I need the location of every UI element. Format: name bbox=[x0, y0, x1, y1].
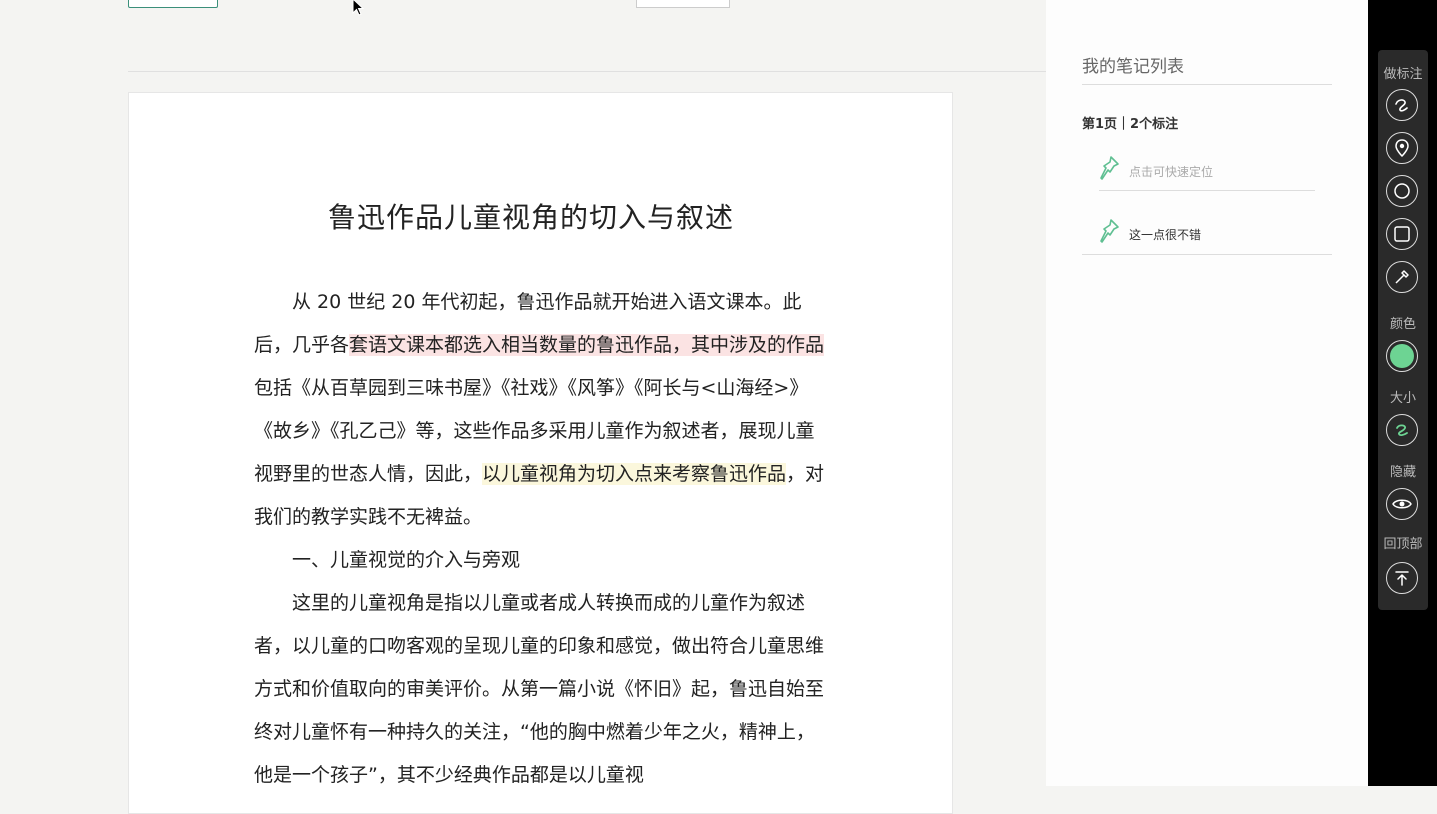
mouse-cursor-icon bbox=[352, 0, 365, 16]
note-text: 这一点很不错 bbox=[1129, 228, 1202, 242]
pin-icon bbox=[1100, 219, 1119, 243]
highlighted-text[interactable]: 套语文课本都选入相当数量的鲁迅作品，其中涉及的作品 bbox=[349, 334, 825, 356]
size-label: 大小 bbox=[1389, 391, 1416, 406]
note-placeholder[interactable]: 点击可快速定位 bbox=[1129, 163, 1213, 180]
annotate-label: 做标注 bbox=[1383, 67, 1423, 82]
note-divider bbox=[1082, 254, 1332, 255]
hide-annotations-button[interactable] bbox=[1386, 488, 1418, 520]
active-color-swatch bbox=[1390, 344, 1414, 368]
circle-shape-icon bbox=[1394, 183, 1410, 199]
rectangle-shape-icon bbox=[1394, 226, 1410, 242]
notes-title-divider bbox=[1082, 84, 1332, 85]
pen-squiggle-icon bbox=[1395, 99, 1408, 112]
note-input-underline bbox=[1099, 190, 1315, 191]
location-pin-button[interactable] bbox=[1386, 132, 1418, 164]
back-to-top-button[interactable] bbox=[1386, 562, 1418, 594]
notes-page-heading: 第1页｜2个标注 bbox=[1082, 117, 1179, 132]
document-paragraph: 这里的儿童视角是指以儿童或者成人转换而成的儿童作为叙述者，以儿童的口吻客观的呈现… bbox=[254, 582, 830, 797]
paragraph-text: 这里的儿童视角是指以儿童或者成人转换而成的儿童作为叙述者，以儿童的口吻客观的呈现… bbox=[254, 592, 825, 786]
rectangle-tool-button[interactable] bbox=[1386, 218, 1418, 250]
highlighter-icon bbox=[1395, 270, 1409, 284]
circle-tool-button[interactable] bbox=[1386, 175, 1418, 207]
size-picker-button[interactable] bbox=[1386, 414, 1418, 446]
arrow-up-bar-icon bbox=[1395, 571, 1409, 586]
back-to-top-label: 回顶部 bbox=[1383, 537, 1423, 552]
hide-label: 隐藏 bbox=[1389, 465, 1416, 480]
document-paragraph: 一、儿童视觉的介入与旁观 bbox=[254, 539, 830, 582]
document-title: 鲁迅作品儿童视角的切入与叙述 bbox=[328, 201, 735, 234]
note-item[interactable]: 这一点很不错 bbox=[1098, 218, 1332, 250]
freehand-pen-button[interactable] bbox=[1386, 89, 1418, 121]
top-bar bbox=[0, 0, 1046, 72]
stroke-size-icon bbox=[1396, 424, 1408, 436]
location-pin-icon bbox=[1395, 139, 1409, 157]
color-label: 颜色 bbox=[1389, 317, 1416, 332]
color-picker-button[interactable] bbox=[1386, 340, 1418, 372]
back-button[interactable] bbox=[128, 0, 218, 8]
paragraph-text: 一、儿童视觉的介入与旁观 bbox=[292, 549, 521, 571]
notes-title: 我的笔记列表 bbox=[1082, 57, 1184, 77]
note-item-input[interactable]: 点击可快速定位 bbox=[1098, 155, 1332, 187]
document-paragraph: 从 20 世纪 20 年代初起，鲁迅作品就开始进入语文课本。此后，几乎各套语文课… bbox=[254, 281, 830, 539]
highlighted-text[interactable]: 以儿童视角为切入点来考察鲁迅作品 bbox=[482, 463, 787, 485]
top-tag[interactable] bbox=[636, 0, 730, 8]
top-divider bbox=[128, 71, 1046, 72]
pin-icon bbox=[1100, 156, 1119, 180]
highlighter-tool-button[interactable] bbox=[1386, 261, 1418, 293]
eye-icon bbox=[1392, 499, 1412, 509]
document-body: 从 20 世纪 20 年代初起，鲁迅作品就开始进入语文课本。此后，几乎各套语文课… bbox=[254, 281, 830, 797]
